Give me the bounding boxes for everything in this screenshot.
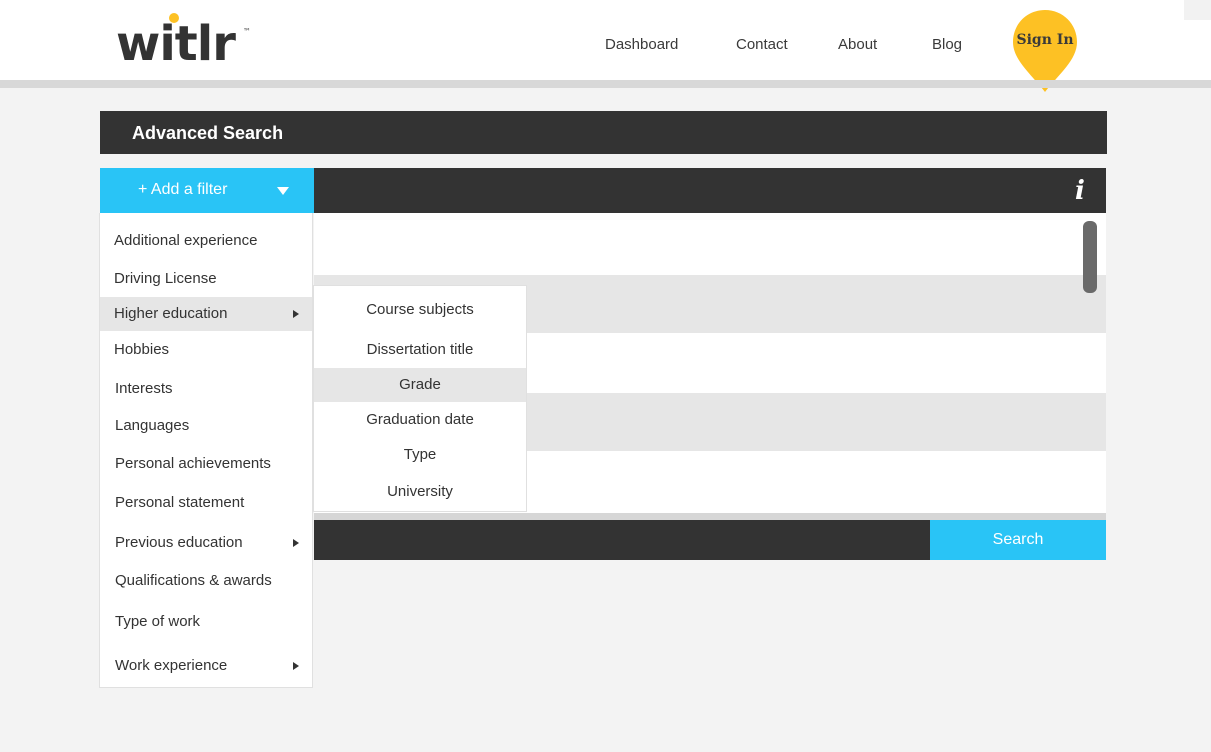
advanced-search-header: Advanced Search (100, 111, 1107, 154)
results-footer (314, 513, 1106, 520)
filter-item-label: Type of work (115, 613, 201, 630)
corner-tab (1184, 0, 1211, 20)
filter-item-label: Work experience (115, 657, 228, 674)
scrollbar-thumb[interactable] (1083, 221, 1097, 293)
filter-item-label: Personal achievements (115, 455, 271, 472)
filter-item-languages[interactable]: Languages (100, 409, 312, 443)
filter-item-label: Languages (115, 417, 190, 434)
info-icon[interactable]: i (1075, 176, 1085, 206)
filter-item-personal-statement[interactable]: Personal statement (100, 486, 312, 520)
caret-down-icon (277, 187, 289, 195)
nav-dashboard[interactable]: Dashboard (605, 36, 678, 53)
logo-wordmark: witlr ™ (116, 13, 251, 66)
add-filter-label: + Add a filter (138, 181, 228, 198)
filter-item-hobbies[interactable]: Hobbies (100, 333, 312, 367)
header-divider (0, 80, 1211, 88)
filter-bar: + Add a filter i (100, 168, 1106, 213)
svg-text:witlr: witlr (116, 16, 236, 66)
filter-item-higher-education[interactable]: Higher education (100, 297, 312, 331)
submenu-item-dissertation-title[interactable]: Dissertation title (314, 333, 526, 367)
filter-item-additional-experience[interactable]: Additional experience (100, 224, 312, 258)
filter-item-label: Additional experience (114, 232, 258, 249)
filter-item-previous-education[interactable]: Previous education (100, 526, 312, 560)
nav-blog[interactable]: Blog (932, 36, 962, 53)
filter-dropdown: Additional experience Driving License Hi… (99, 213, 313, 688)
site-header: witlr ™ Dashboard Contact About Blog Sig… (0, 0, 1211, 92)
submenu-item-grade[interactable]: Grade (314, 368, 526, 402)
add-filter-button[interactable]: + Add a filter (100, 168, 314, 213)
filter-item-personal-achievements[interactable]: Personal achievements (100, 447, 312, 481)
filter-item-work-experience[interactable]: Work experience (100, 649, 312, 683)
nav-contact[interactable]: Contact (736, 36, 788, 53)
filter-item-label: Hobbies (114, 341, 170, 358)
higher-education-submenu: Course subjects Dissertation title Grade… (313, 285, 527, 512)
svg-text:™: ™ (243, 27, 251, 36)
filter-item-label: Driving License (114, 270, 217, 287)
witlr-logo[interactable]: witlr ™ (116, 10, 256, 66)
sign-in-label: Sign In (1016, 32, 1074, 48)
chevron-right-icon (293, 662, 299, 670)
filter-item-driving-license[interactable]: Driving License (100, 262, 312, 296)
filter-item-label: Interests (115, 380, 173, 397)
submenu-item-course-subjects[interactable]: Course subjects (314, 293, 526, 327)
search-button[interactable]: Search (930, 520, 1106, 560)
result-row (314, 213, 1106, 275)
page-title: Advanced Search (132, 123, 284, 143)
filter-item-label: Qualifications & awards (115, 572, 272, 589)
filter-item-label: Higher education (114, 305, 228, 322)
filter-item-type-of-work[interactable]: Type of work (100, 605, 312, 639)
chevron-right-icon (293, 310, 299, 318)
submenu-item-type[interactable]: Type (314, 438, 526, 472)
nav-about[interactable]: About (838, 36, 877, 53)
submenu-item-university[interactable]: University (314, 475, 526, 509)
filter-item-label: Previous education (115, 534, 243, 551)
filter-item-qualifications-awards[interactable]: Qualifications & awards (100, 564, 312, 598)
search-bar: Search (314, 520, 1106, 560)
chevron-right-icon (293, 539, 299, 547)
submenu-item-graduation-date[interactable]: Graduation date (314, 403, 526, 437)
filter-item-label: Personal statement (115, 494, 245, 511)
filter-item-interests[interactable]: Interests (100, 372, 312, 406)
